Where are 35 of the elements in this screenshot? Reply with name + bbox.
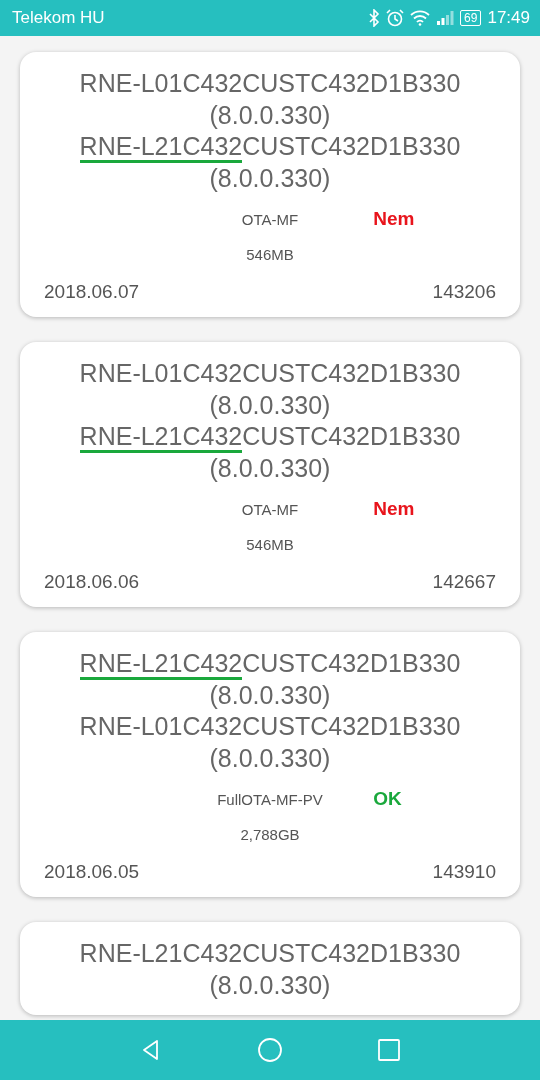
update-type: OTA-MF — [241, 210, 299, 228]
firmware-name: RNE-L21C432CUSTC432D1B330 (8.0.0.330) — [78, 421, 462, 484]
build-id: 143206 — [432, 281, 496, 303]
file-size: 2,788GB — [239, 826, 301, 843]
bluetooth-icon — [368, 9, 381, 27]
firmware-name: RNE-L21C432CUSTC432D1B330 (8.0.0.330) — [78, 938, 462, 1001]
status-label: Nem — [372, 498, 415, 520]
firmware-name: RNE-L21C432CUSTC432D1B330 (8.0.0.330) — [78, 648, 462, 711]
firmware-card[interactable]: RNE-L01C432CUSTC432D1B330 (8.0.0.330) RNE-L21C432CUSTC432D1B330 (8.0.0.330) OTA-MF Nem 546MB 2018.06.06 142667 — [20, 342, 520, 607]
battery-indicator: 69 — [460, 10, 482, 26]
release-date: 2018.06.05 — [44, 861, 140, 883]
firmware-name: RNE-L21C432CUSTC432D1B330 (8.0.0.330) — [78, 131, 462, 194]
firmware-card[interactable]: RNE-L01C432CUSTC432D1B330 (8.0.0.330) RNE-L21C432CUSTC432D1B330 (8.0.0.330) OTA-MF Nem 546MB 2018.06.07 143206 — [20, 52, 520, 317]
firmware-card[interactable]: RNE-L21C432CUSTC432D1B330 (8.0.0.330) — [20, 922, 520, 1015]
clock: 17:49 — [487, 8, 530, 28]
status-label: Nem — [372, 208, 415, 230]
home-icon[interactable] — [257, 1037, 283, 1063]
firmware-name: RNE-L01C432CUSTC432D1B330 (8.0.0.330) — [78, 358, 462, 421]
recent-apps-icon[interactable] — [377, 1038, 401, 1062]
file-size: 546MB — [245, 246, 295, 263]
update-type: FullOTA-MF-PV — [217, 790, 323, 808]
release-date: 2018.06.06 — [44, 571, 140, 593]
file-size: 546MB — [245, 536, 295, 553]
build-id: 142667 — [432, 571, 496, 593]
wifi-icon — [410, 10, 431, 26]
firmware-name: RNE-L01C432CUSTC432D1B330 (8.0.0.330) — [78, 711, 462, 774]
carrier-name: Telekom HU — [12, 8, 105, 28]
release-date: 2018.06.07 — [44, 281, 140, 303]
firmware-card[interactable]: RNE-L21C432CUSTC432D1B330 (8.0.0.330) RNE-L01C432CUSTC432D1B330 (8.0.0.330) FullOTA-MF-PV OK 2,788GB 2018.06.05 143910 — [20, 632, 520, 897]
build-id: 143910 — [432, 861, 496, 883]
status-label: OK — [372, 788, 402, 810]
firmware-name: RNE-L01C432CUSTC432D1B330 (8.0.0.330) — [78, 68, 462, 131]
update-type: OTA-MF — [241, 500, 299, 518]
signal-icon — [436, 10, 455, 26]
alarm-icon — [386, 9, 405, 27]
